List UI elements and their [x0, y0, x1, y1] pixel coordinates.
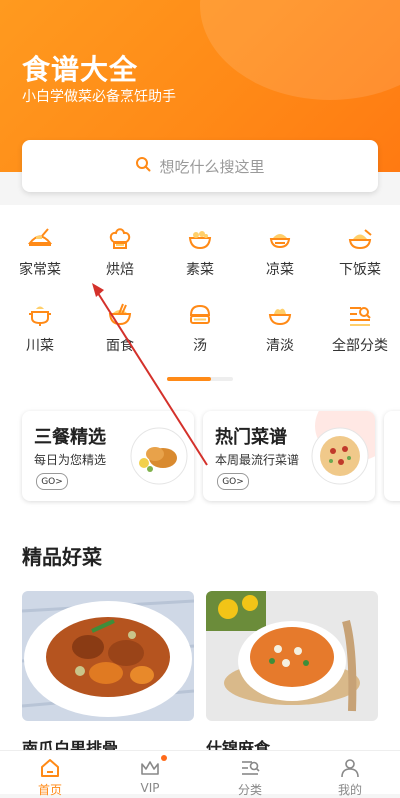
promo-card-subtitle: 本周最流行菜谱	[215, 453, 300, 467]
category-sichuan[interactable]: 川菜	[0, 301, 80, 355]
pasta-plate-image	[311, 427, 369, 485]
dish-image-mixed-noodles[interactable]	[206, 591, 378, 721]
category-home-dish[interactable]: 家常菜	[0, 225, 80, 279]
category-label: 清淡	[266, 338, 294, 354]
promo-card-title: 三餐精选	[34, 427, 106, 448]
noodle-icon	[106, 301, 134, 329]
app-title: 食谱大全	[22, 53, 139, 86]
search-icon	[135, 156, 151, 176]
home-dish-icon	[26, 225, 54, 253]
dish-plate-image	[130, 427, 188, 485]
home-icon	[41, 759, 59, 777]
promo-card-title: 热门菜谱	[215, 427, 287, 448]
category-label: 汤	[193, 338, 207, 354]
category-label: 烘焙	[106, 262, 134, 278]
category-rice-dish[interactable]: 下饭菜	[320, 225, 400, 279]
category-light[interactable]: 清淡	[240, 301, 320, 355]
category-cold-dish[interactable]: 凉菜	[240, 225, 320, 279]
category-vegetable[interactable]: 素菜	[160, 225, 240, 279]
vegetable-bowl-icon	[186, 225, 214, 253]
category-search-icon	[242, 761, 260, 775]
soup-icon	[186, 301, 214, 329]
header-decoration	[200, 0, 400, 100]
category-label: 素菜	[186, 262, 214, 278]
cold-dish-icon	[266, 225, 294, 253]
hotpot-icon	[26, 301, 54, 329]
notification-dot	[161, 755, 167, 761]
go-button[interactable]: GO>	[36, 473, 68, 490]
user-icon	[341, 759, 359, 778]
main-content: 家常菜 烘焙 素菜 凉菜 下饭菜 川菜 面食 汤 清淡 全部分类 三餐精选 每日…	[0, 205, 400, 758]
tab-label: 我的	[337, 783, 362, 797]
category-label: 川菜	[26, 338, 54, 354]
category-label: 下饭菜	[339, 262, 381, 278]
tab-profile[interactable]: 我的	[300, 751, 400, 798]
promo-card-meals[interactable]: 三餐精选 每日为您精选 GO>	[22, 411, 194, 501]
tab-label: 首页	[37, 783, 62, 797]
tab-vip[interactable]: VIP	[100, 751, 200, 798]
category-grid: 家常菜 烘焙 素菜 凉菜 下饭菜 川菜 面食 汤 清淡 全部分类	[0, 225, 400, 355]
go-button[interactable]: GO>	[217, 473, 249, 490]
section-title: 精品好菜	[22, 545, 102, 569]
category-label: 凉菜	[266, 262, 294, 278]
tab-home[interactable]: 首页	[0, 751, 100, 798]
category-label: 家常菜	[19, 262, 61, 278]
promo-card-next[interactable]	[384, 411, 400, 501]
promo-cards: 三餐精选 每日为您精选 GO> 热门菜谱 本周最流行菜谱 GO>	[22, 411, 400, 503]
search-placeholder: 想吃什么搜这里	[159, 157, 265, 176]
tab-label: 分类	[237, 783, 262, 797]
category-pager	[167, 377, 233, 381]
promo-card-subtitle: 每日为您精选	[34, 453, 107, 467]
category-label: 全部分类	[332, 338, 388, 354]
tab-category[interactable]: 分类	[200, 751, 300, 798]
app-subtitle: 小白学做菜必备烹饪助手	[22, 89, 176, 105]
dish-image-pork-ribs[interactable]	[22, 591, 194, 721]
category-soup[interactable]: 汤	[160, 301, 240, 355]
pager-indicator	[167, 377, 211, 381]
category-all[interactable]: 全部分类	[320, 301, 400, 355]
chef-hat-icon	[106, 225, 134, 253]
category-baking[interactable]: 烘焙	[80, 225, 160, 279]
crown-icon	[141, 761, 159, 775]
list-icon	[346, 301, 374, 329]
category-label: 面食	[106, 338, 134, 354]
rice-dish-icon	[346, 225, 374, 253]
light-dish-icon	[266, 301, 294, 329]
category-noodles[interactable]: 面食	[80, 301, 160, 355]
bottom-tab-bar: 首页 VIP 分类 我的	[0, 750, 400, 797]
search-bar[interactable]: 想吃什么搜这里	[22, 140, 378, 192]
promo-card-hot[interactable]: 热门菜谱 本周最流行菜谱 GO>	[203, 411, 375, 501]
